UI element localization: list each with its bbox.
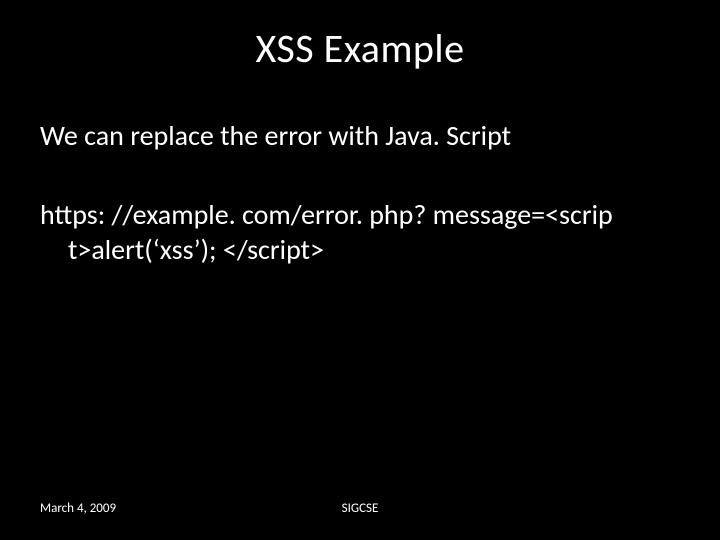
body-line-2: https: //example. com/error. php? messag… [40,197,680,267]
body-line-1: We can replace the error with Java. Scri… [40,118,680,153]
slide: XSS Example We can replace the error wit… [0,0,720,540]
slide-body: We can replace the error with Java. Scri… [40,118,680,267]
footer-venue: SIGCSE [0,501,720,516]
slide-title: XSS Example [0,24,720,73]
